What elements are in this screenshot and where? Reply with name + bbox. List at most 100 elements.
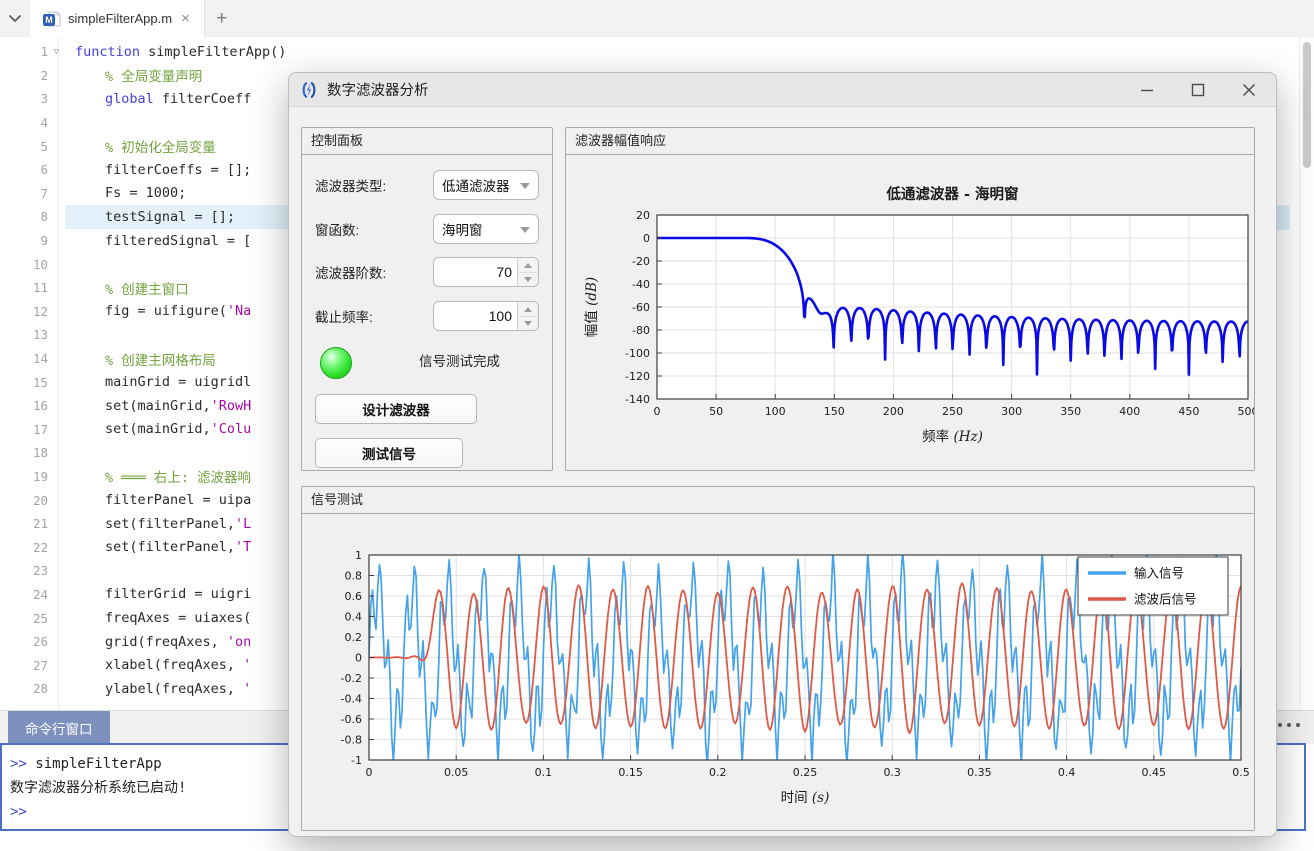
code-fold-icon[interactable]: ▽ xyxy=(48,47,65,57)
y-tick-label: -1 xyxy=(351,754,362,767)
x-tick-label: 0.2 xyxy=(709,766,727,779)
magnitude-response-panel-title: 滤波器幅值响应 xyxy=(566,128,1254,155)
spinner-up-button[interactable] xyxy=(518,302,538,317)
spinner-down-button[interactable] xyxy=(518,272,538,286)
status-lamp xyxy=(320,347,352,379)
y-tick-label: 0.4 xyxy=(345,611,363,624)
control-panel: 控制面板 滤波器类型:低通滤波器窗函数:海明窗滤波器阶数:70截止频率:100 … xyxy=(301,127,553,471)
x-tick-label: 500 xyxy=(1238,405,1255,418)
dialog-titlebar[interactable]: 数字滤波器分析 xyxy=(289,73,1276,107)
y-tick-label: -0.8 xyxy=(341,734,362,747)
line-number: 25 xyxy=(0,611,48,626)
line-number: 7 xyxy=(0,186,48,201)
window-function-value: 海明窗 xyxy=(442,219,483,239)
x-tick-label: 0 xyxy=(654,405,661,418)
close-icon xyxy=(1241,82,1257,98)
cutoff-frequency-spinner[interactable]: 100 xyxy=(433,301,539,331)
test-signal-button[interactable]: 测试信号 xyxy=(315,438,463,468)
magnitude-response-chart: 050100150200250300350400450500200-20-40-… xyxy=(566,155,1254,470)
x-tick-label: 250 xyxy=(942,405,963,418)
x-tick-label: 0.35 xyxy=(967,766,992,779)
command-text: simpleFilterApp xyxy=(27,756,162,772)
command-window-tab[interactable]: 命令行窗口 xyxy=(8,711,110,744)
y-tick-label: -20 xyxy=(632,255,650,268)
window-function-row: 窗函数: 海明窗 xyxy=(315,214,541,244)
scrollbar-thumb[interactable] xyxy=(1303,42,1311,168)
line-number: 27 xyxy=(0,658,48,673)
status-text: 信号测试完成 xyxy=(419,347,500,377)
x-tick-label: 0 xyxy=(366,766,373,779)
filter-type-row: 滤波器类型:低通滤波器 xyxy=(315,170,541,200)
editor-tab-simplefilterapp[interactable]: M simpleFilterApp.m × xyxy=(30,0,205,37)
line-number: 12 xyxy=(0,304,48,319)
x-axis-label: 频率 (Hz) xyxy=(922,428,983,445)
arrow-down-icon xyxy=(524,277,532,282)
digital-filter-analysis-dialog: 数字滤波器分析 控制面板 滤波器类型:低通滤波器窗函数:海明窗滤波器阶数:70截… xyxy=(288,72,1277,837)
spinner-arrows xyxy=(517,258,538,286)
matlab-ide-window: M simpleFilterApp.m × + 1▽function simpl… xyxy=(0,0,1314,851)
x-tick-label: 200 xyxy=(883,405,904,418)
line-number: 4 xyxy=(0,115,48,130)
maximize-button[interactable] xyxy=(1186,79,1210,101)
editor-tabbar: M simpleFilterApp.m × + xyxy=(0,0,1314,38)
x-tick-label: 400 xyxy=(1119,405,1140,418)
app-window-icon xyxy=(300,81,318,99)
line-number: 19 xyxy=(0,469,48,484)
y-axis-label: 幅值 (dB) xyxy=(584,277,600,337)
y-tick-label: -40 xyxy=(632,278,650,291)
filter-type-value: 低通滤波器 xyxy=(442,175,510,195)
cutoff-frequency-value: 100 xyxy=(434,302,512,330)
x-tick-label: 0.15 xyxy=(618,766,643,779)
line-number: 20 xyxy=(0,493,48,508)
x-tick-label: 50 xyxy=(709,405,723,418)
editor-tab-label: simpleFilterApp.m xyxy=(68,11,172,26)
window-function-label: 窗函数: xyxy=(315,219,433,239)
command-text: 数字滤波器分析系统已启动! xyxy=(10,780,186,796)
cutoff-frequency-row: 截止频率:100 xyxy=(315,301,541,331)
y-tick-label: 0 xyxy=(643,232,650,245)
line-number: 5 xyxy=(0,139,48,154)
control-panel-title: 控制面板 xyxy=(302,128,552,155)
chart-title: 低通滤波器 - 海明窗 xyxy=(885,185,1018,203)
signal-test-panel-title: 信号测试 xyxy=(302,487,1254,514)
y-tick-label: -0.4 xyxy=(341,693,362,706)
design-filter-button[interactable]: 设计滤波器 xyxy=(315,394,477,424)
spinner-up-button[interactable] xyxy=(518,258,538,273)
line-number: 22 xyxy=(0,540,48,555)
x-axis-label: 时间 (s) xyxy=(781,790,830,806)
x-tick-label: 150 xyxy=(824,405,845,418)
x-tick-label: 0.4 xyxy=(1058,766,1076,779)
chevron-down-icon xyxy=(520,227,530,233)
line-number: 9 xyxy=(0,233,48,248)
minimize-button[interactable] xyxy=(1135,79,1159,101)
line-number: 2 xyxy=(0,68,48,83)
filter-order-spinner[interactable]: 70 xyxy=(433,257,539,287)
line-number: 17 xyxy=(0,422,48,437)
y-tick-label: 20 xyxy=(636,209,650,222)
line-number: 18 xyxy=(0,445,48,460)
window-function-dropdown[interactable]: 海明窗 xyxy=(433,214,539,244)
line-number: 3 xyxy=(0,91,48,106)
y-tick-label: -0.2 xyxy=(341,672,362,685)
tab-overflow-chevron[interactable] xyxy=(0,0,30,37)
close-button[interactable] xyxy=(1237,79,1261,101)
command-prompt: >> xyxy=(10,756,27,772)
filter-order-value: 70 xyxy=(434,258,512,286)
legend-label: 滤波后信号 xyxy=(1134,592,1197,607)
line-number: 26 xyxy=(0,634,48,649)
tab-close-icon[interactable]: × xyxy=(179,11,192,26)
minimize-icon xyxy=(1139,82,1155,98)
x-tick-label: 350 xyxy=(1060,405,1081,418)
spinner-down-button[interactable] xyxy=(518,316,538,330)
x-tick-label: 300 xyxy=(1001,405,1022,418)
ellipsis-menu-button[interactable] xyxy=(1278,723,1300,727)
code-text: function simpleFilterApp() xyxy=(65,40,1290,64)
x-tick-label: 0.5 xyxy=(1232,766,1250,779)
y-tick-label: -120 xyxy=(625,370,650,383)
signal-test-chart: 00.050.10.150.20.250.30.350.40.450.510.8… xyxy=(302,514,1254,830)
filter-type-dropdown[interactable]: 低通滤波器 xyxy=(433,170,539,200)
new-tab-button[interactable]: + xyxy=(205,0,239,37)
chevron-down-icon xyxy=(8,14,22,23)
editor-scrollbar[interactable] xyxy=(1299,37,1314,710)
x-tick-label: 0.25 xyxy=(793,766,818,779)
